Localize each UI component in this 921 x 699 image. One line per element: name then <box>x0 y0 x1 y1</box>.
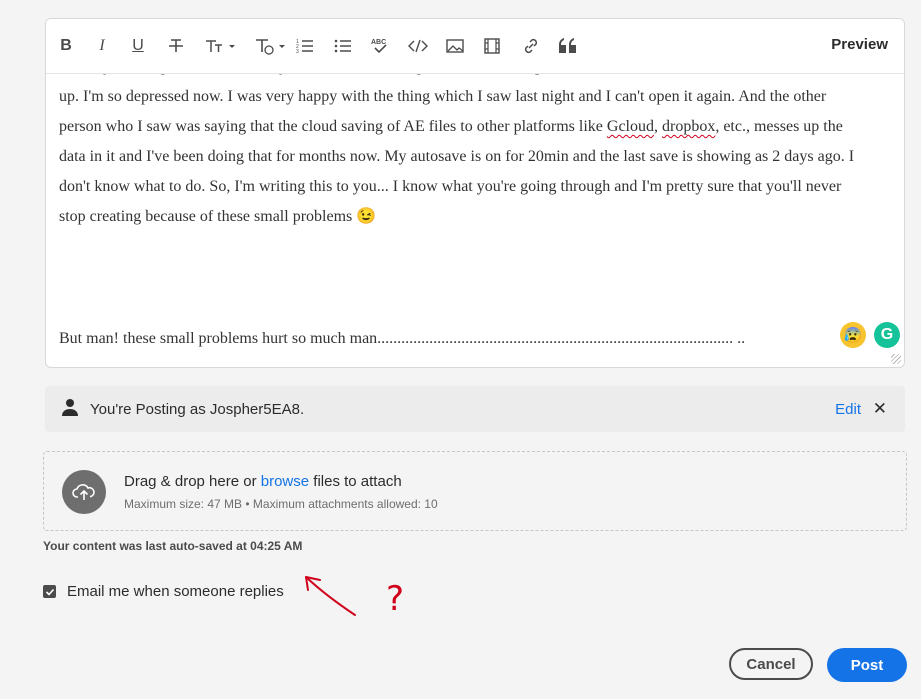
editor-last-line: But man! these small problems hurt so mu… <box>59 330 746 347</box>
grammarly-icon[interactable]: G <box>874 322 900 348</box>
text-style-icon <box>256 39 285 55</box>
editor-content[interactable]: ... ... ...y ... ... ...g ... ... ... ..… <box>59 74 884 367</box>
annotation-question-mark: ? <box>386 579 404 619</box>
anxious-face-emoji[interactable]: 😰 <box>840 322 866 348</box>
dropzone-suffix: files to attach <box>309 473 402 490</box>
numbered-list-icon: 123 <box>296 39 313 54</box>
insert-link-button[interactable] <box>522 35 540 57</box>
font-size-icon <box>206 40 235 52</box>
bulleted-list-icon <box>334 39 351 53</box>
svg-text:3: 3 <box>296 49 299 54</box>
preview-button[interactable]: Preview <box>831 36 888 53</box>
editor-toolbar: B I U 123 ABC Preview <box>46 19 904 74</box>
dropzone-prefix: Drag & drop here or <box>124 473 261 490</box>
email-checkbox[interactable] <box>43 585 56 598</box>
wink-emoji: 😉 <box>356 208 377 225</box>
underline-button[interactable]: U <box>130 35 146 57</box>
code-button[interactable] <box>408 35 428 57</box>
spellcheck-button[interactable]: ABC <box>370 35 390 57</box>
font-size-dropdown[interactable] <box>204 35 238 57</box>
edit-identity-link[interactable]: Edit <box>835 401 861 418</box>
dropzone-label: Drag & drop here or browse files to atta… <box>124 473 402 490</box>
code-icon <box>408 39 428 53</box>
attachment-limits: Maximum size: 47 MB • Maximum attachment… <box>124 497 438 511</box>
insert-video-button[interactable] <box>484 35 500 57</box>
cut-text-line: ... ... ...y ... ... ...g ... ... ... ..… <box>59 74 543 82</box>
misspelled-word[interactable]: Gcloud <box>607 118 654 135</box>
text-style-dropdown[interactable] <box>254 35 288 57</box>
underline-icon: U <box>132 37 144 54</box>
link-icon <box>524 38 538 54</box>
close-icon[interactable]: ✕ <box>873 399 887 419</box>
email-option-label: Email me when someone replies <box>67 583 284 600</box>
user-icon <box>62 399 78 416</box>
insert-image-button[interactable] <box>446 35 464 57</box>
bold-icon: B <box>60 37 72 54</box>
numbered-list-button[interactable]: 123 <box>296 35 314 57</box>
video-icon <box>484 38 500 54</box>
image-icon <box>446 39 464 53</box>
post-button[interactable]: Post <box>827 648 907 682</box>
spellcheck-icon: ABC <box>371 39 387 54</box>
italic-icon: I <box>99 37 105 54</box>
bold-button[interactable]: B <box>58 35 74 57</box>
posting-as-text: You're Posting as Jospher5EA8. <box>90 401 305 418</box>
blockquote-button[interactable] <box>558 35 578 57</box>
scrolled-text-fragment: ... ... ...y ... ... ...g ... ... ... ..… <box>59 74 884 82</box>
misspelled-word[interactable]: dropbox <box>662 118 715 135</box>
upload-cloud-icon[interactable] <box>62 470 106 514</box>
strikethrough-icon <box>169 39 183 52</box>
autosave-status: Your content was last auto-saved at 04:2… <box>43 539 303 553</box>
annotation-arrow-question: ? <box>305 576 404 619</box>
paragraph-text: , <box>654 118 662 135</box>
checkmark-icon <box>45 588 54 596</box>
quote-icon <box>559 38 576 53</box>
browse-link[interactable]: browse <box>261 473 309 490</box>
svg-text:ABC: ABC <box>371 39 386 46</box>
attachment-dropzone[interactable]: Drag & drop here or browse files to atta… <box>43 451 907 531</box>
post-editor[interactable]: B I U 123 ABC Preview up. I'm so depress… <box>45 18 905 368</box>
strikethrough-button[interactable] <box>168 35 184 57</box>
cancel-button[interactable]: Cancel <box>729 648 813 680</box>
editor-paragraph: up. I'm so depressed now. I was very hap… <box>59 82 859 232</box>
italic-button[interactable]: I <box>94 35 110 57</box>
posting-as-bar: You're Posting as Jospher5EA8. Edit ✕ <box>45 386 905 432</box>
resize-handle-icon[interactable] <box>891 354 901 364</box>
bulleted-list-button[interactable] <box>334 35 352 57</box>
email-notification-option[interactable]: Email me when someone replies <box>43 583 284 600</box>
